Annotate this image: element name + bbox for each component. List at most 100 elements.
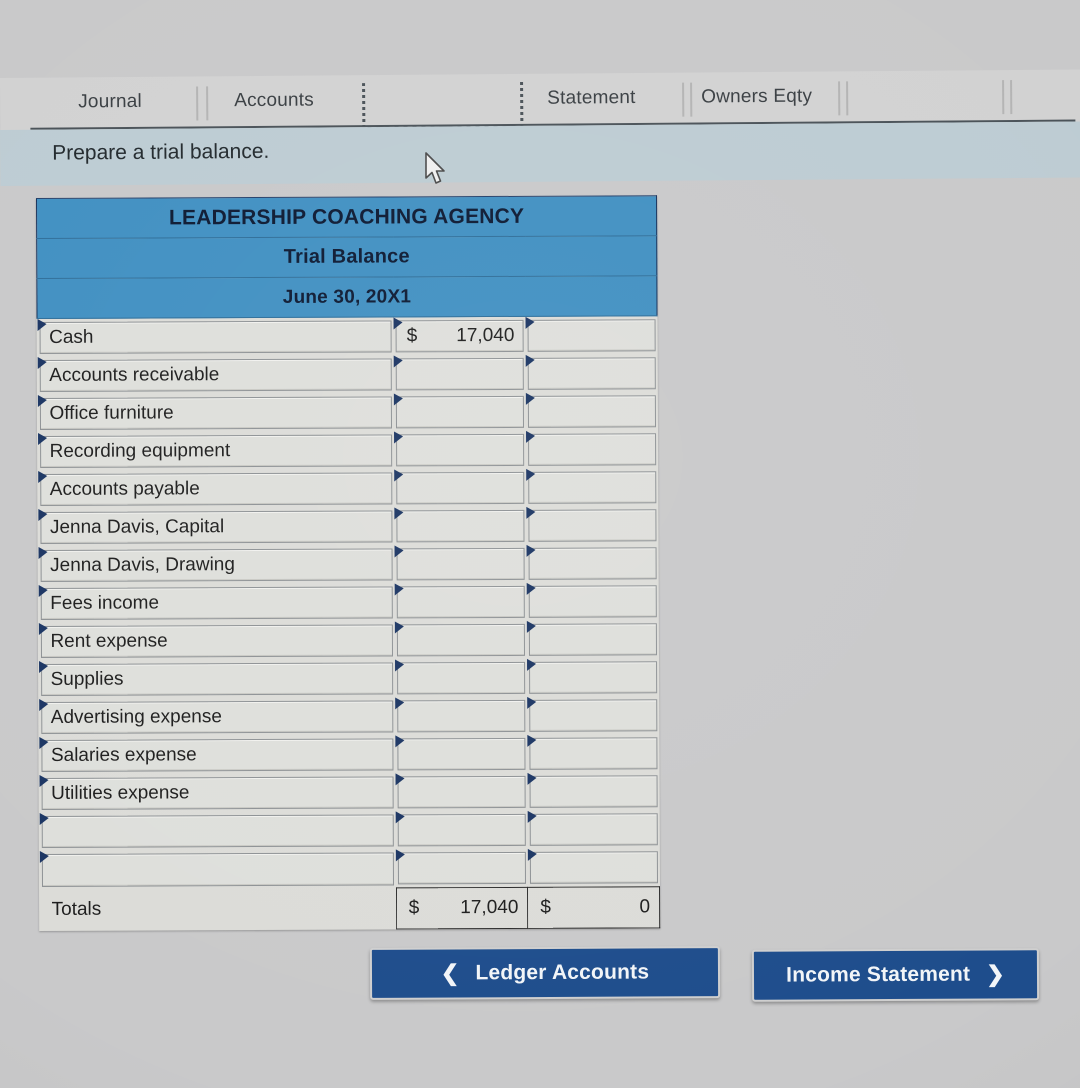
account-name-cell[interactable]: Fees income — [38, 583, 395, 623]
account-name-input[interactable]: Advertising expense — [40, 700, 394, 734]
debit-cell[interactable] — [394, 431, 526, 470]
totals-credit-cell: $ 0 — [527, 886, 660, 929]
account-name-cell[interactable] — [39, 811, 396, 851]
totals-credit-amount: 0 — [639, 896, 651, 918]
debit-input[interactable]: $17,040 — [395, 319, 524, 353]
credit-cell[interactable] — [528, 848, 660, 887]
credit-cell[interactable] — [525, 316, 657, 355]
credit-input[interactable] — [528, 661, 657, 694]
debit-input[interactable] — [397, 813, 526, 847]
account-name-cell[interactable]: Advertising expense — [39, 697, 396, 737]
account-name-input[interactable]: Rent expense — [40, 624, 394, 658]
credit-input[interactable] — [528, 699, 657, 732]
account-name-input[interactable] — [41, 814, 394, 848]
credit-input[interactable] — [528, 623, 657, 656]
credit-input[interactable] — [527, 433, 656, 466]
account-name-cell[interactable]: Salaries expense — [39, 735, 396, 775]
debit-cell[interactable] — [396, 811, 528, 850]
account-name-input[interactable]: Accounts payable — [39, 472, 393, 506]
account-name-cell[interactable]: Utilities expense — [39, 773, 396, 813]
debit-cell[interactable] — [395, 659, 527, 698]
debit-input[interactable] — [397, 775, 526, 809]
credit-input[interactable] — [527, 357, 656, 390]
debit-cell[interactable] — [395, 545, 527, 584]
credit-cell[interactable] — [526, 468, 658, 507]
debit-cell[interactable] — [395, 697, 527, 736]
credit-cell[interactable] — [526, 506, 658, 545]
account-name-input[interactable]: Utilities expense — [41, 776, 394, 810]
account-name-cell[interactable]: Jenna Davis, Capital — [38, 507, 395, 547]
debit-cell[interactable]: $17,040 — [394, 316, 526, 355]
debit-cell[interactable] — [394, 393, 526, 432]
debit-input[interactable] — [396, 585, 525, 619]
account-name-cell[interactable]: Jenna Davis, Drawing — [38, 545, 395, 585]
credit-cell[interactable] — [527, 772, 659, 811]
account-name-input[interactable]: Supplies — [40, 662, 394, 696]
debit-input[interactable] — [397, 699, 526, 733]
credit-cell[interactable] — [526, 392, 658, 431]
table-row — [39, 848, 659, 889]
credit-input[interactable] — [528, 547, 657, 580]
income-statement-button[interactable]: Income Statement ❯ — [751, 948, 1040, 1002]
debit-input[interactable] — [397, 851, 526, 885]
debit-cell[interactable] — [394, 355, 526, 394]
account-name-input[interactable]: Office furniture — [39, 396, 393, 430]
debit-input[interactable] — [397, 661, 525, 695]
ledger-accounts-button[interactable]: ❮ Ledger Accounts — [369, 946, 721, 1000]
account-name-input[interactable]: Accounts receivable — [39, 358, 392, 392]
credit-cell[interactable] — [527, 658, 659, 697]
credit-input[interactable] — [529, 851, 658, 884]
debit-input[interactable] — [395, 395, 524, 429]
account-name-cell[interactable]: Accounts receivable — [37, 355, 394, 395]
account-name-input[interactable]: Jenna Davis, Capital — [39, 510, 393, 544]
debit-input[interactable] — [396, 623, 525, 657]
debit-cell[interactable] — [395, 621, 527, 660]
account-name-cell[interactable]: Supplies — [39, 659, 396, 699]
table-row: Rent expense — [38, 620, 658, 661]
debit-cell[interactable] — [394, 507, 526, 546]
credit-cell[interactable] — [526, 430, 658, 469]
account-name-input[interactable]: Cash — [39, 320, 392, 354]
totals-row: Totals $ 17,040 $ 0 — [40, 886, 660, 931]
totals-debit-cell: $ 17,040 — [396, 887, 528, 929]
account-name-value: Supplies — [50, 668, 124, 690]
account-name-input[interactable]: Fees income — [40, 586, 393, 620]
credit-cell[interactable] — [527, 696, 659, 735]
credit-input[interactable] — [529, 737, 657, 770]
credit-input[interactable] — [528, 509, 657, 542]
account-name-cell[interactable]: Office furniture — [37, 393, 394, 433]
debit-input[interactable] — [396, 509, 525, 543]
credit-input[interactable] — [527, 471, 656, 504]
account-name-input[interactable] — [41, 852, 395, 887]
debit-input[interactable] — [396, 471, 525, 505]
debit-cell[interactable] — [396, 773, 528, 812]
debit-input[interactable] — [396, 547, 525, 581]
account-name-input[interactable]: Recording equipment — [39, 434, 393, 468]
account-name-cell[interactable]: Recording equipment — [38, 431, 395, 471]
credit-input[interactable] — [527, 395, 656, 428]
credit-input[interactable] — [527, 319, 656, 352]
debit-cell[interactable] — [396, 849, 528, 888]
account-name-cell[interactable]: Rent expense — [38, 621, 395, 661]
account-name-value: Advertising expense — [50, 706, 222, 728]
account-name-input[interactable]: Jenna Davis, Drawing — [40, 548, 393, 582]
account-name-cell[interactable]: Accounts payable — [38, 469, 395, 509]
credit-cell[interactable] — [525, 354, 657, 393]
account-name-input[interactable]: Salaries expense — [40, 738, 394, 772]
debit-cell[interactable] — [394, 469, 526, 508]
credit-input[interactable] — [528, 585, 657, 618]
credit-cell[interactable] — [527, 810, 659, 849]
debit-input[interactable] — [396, 433, 524, 467]
account-name-cell[interactable] — [39, 849, 396, 889]
debit-cell[interactable] — [395, 735, 527, 774]
debit-input[interactable] — [395, 357, 524, 391]
credit-input[interactable] — [529, 813, 658, 846]
account-name-cell[interactable]: Cash — [37, 317, 394, 357]
credit-cell[interactable] — [527, 734, 659, 773]
debit-cell[interactable] — [395, 583, 527, 622]
credit-cell[interactable] — [526, 582, 658, 621]
debit-input[interactable] — [397, 737, 526, 771]
credit-cell[interactable] — [527, 620, 659, 659]
credit-cell[interactable] — [526, 544, 658, 583]
credit-input[interactable] — [529, 775, 658, 808]
